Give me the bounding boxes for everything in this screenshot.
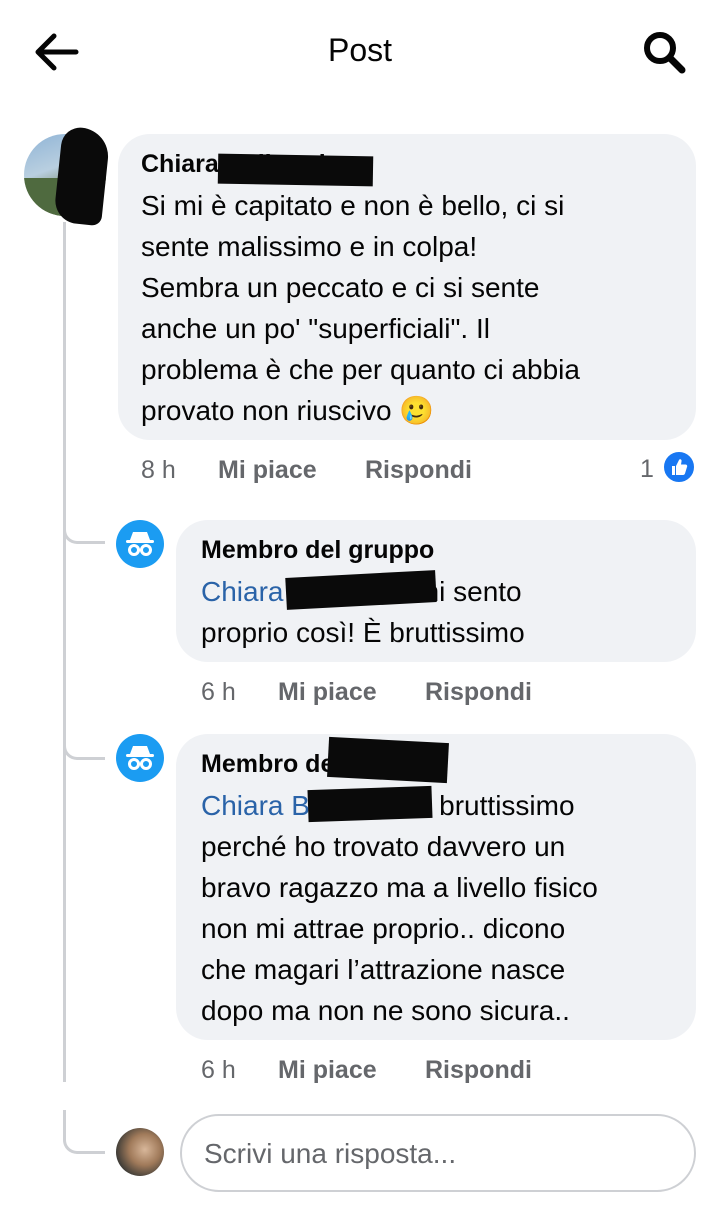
like-button[interactable]: Mi piace — [218, 456, 317, 485]
comment-text-line: Si mi è capitato e non è bello, ci si — [141, 190, 565, 221]
reply-timestamp: 6 h — [201, 678, 236, 706]
page-title: Post — [327, 32, 393, 68]
like-button[interactable]: Mi piace — [278, 1056, 377, 1085]
reply-text-line: che magari l’attrazione nasce — [201, 954, 566, 985]
reply-text-line: proprio così! È bruttissimo — [201, 617, 525, 648]
reply-text-line: perché ho trovato davvero un — [201, 831, 566, 862]
like-button[interactable]: Mi piace — [278, 678, 377, 707]
thread-connector — [63, 716, 105, 760]
redaction-mark — [307, 785, 433, 823]
thread-line — [63, 222, 66, 1082]
redaction-mark — [53, 125, 111, 227]
search-icon — [644, 32, 686, 74]
reply-button[interactable]: Rispondi — [425, 1056, 532, 1085]
reply-timestamp: 6 h — [201, 1056, 236, 1084]
reply-text-line: dopo ma non ne sono sicura.. — [201, 995, 570, 1026]
comment-timestamp: 8 h — [141, 456, 176, 484]
current-user-avatar — [116, 1128, 164, 1176]
reply-composer[interactable] — [180, 1114, 696, 1192]
thread-connector — [63, 500, 105, 544]
thread-connector — [63, 1110, 105, 1154]
reply-button[interactable]: Rispondi — [425, 678, 532, 707]
like-reaction-icon — [662, 450, 696, 484]
anonymous-member-avatar[interactable] — [116, 734, 164, 782]
reply-author[interactable]: Membro del gruppo — [201, 536, 434, 565]
redaction-mark — [327, 736, 449, 784]
reply-button[interactable]: Rispondi — [365, 456, 472, 485]
search-button[interactable] — [638, 28, 690, 76]
top-bar: Post — [0, 0, 720, 104]
anonymous-member-avatar[interactable] — [116, 520, 164, 568]
comment-text-line: problema è che per quanto ci abbia — [141, 354, 580, 385]
redaction-mark — [217, 153, 374, 187]
comment-text-line: sente malissimo e in colpa! — [141, 231, 478, 262]
reaction-count[interactable]: 1 — [640, 455, 654, 484]
incognito-icon — [126, 746, 154, 770]
reply-text-line: non mi attrae proprio.. dicono — [201, 913, 566, 944]
comment-text-line: anche un po' "superficiali". Il — [141, 313, 490, 344]
reply-input[interactable] — [204, 1134, 664, 1174]
comment-text-line: provato non riuscivo 🥲 — [141, 395, 435, 426]
incognito-icon — [126, 532, 154, 556]
comment-text-line: Sembra un peccato e ci si sente — [141, 272, 540, 303]
reply-text-line: bravo ragazzo ma a livello fisico — [201, 872, 598, 903]
